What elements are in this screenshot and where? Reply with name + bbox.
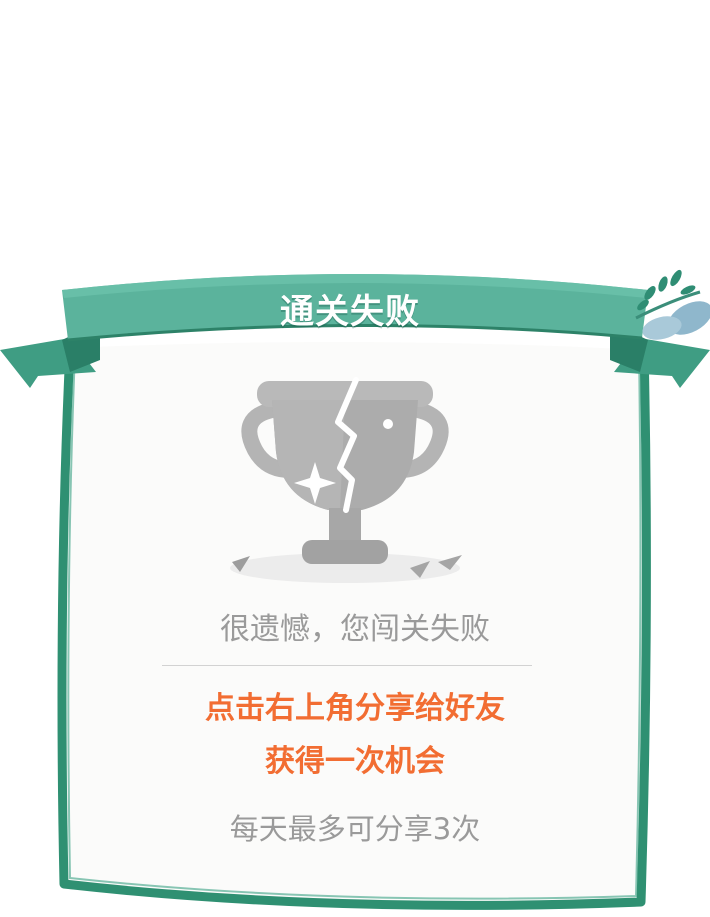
share-instruction-line1: 点击右上角分享给好友 — [205, 691, 505, 726]
fail-dialog: 通关失败 很遗憾，您闯关失败 点击右上角分享给好友 获得一次机会 每天最多可分享… — [0, 0, 710, 917]
dialog-title: 通关失败 — [280, 292, 420, 332]
share-limit-note: 每天最多可分享3次 — [229, 812, 481, 846]
fail-message: 很遗憾，您闯关失败 — [220, 612, 490, 647]
divider — [162, 665, 532, 666]
leaf-branch-icon — [635, 269, 710, 340]
share-instruction-line2: 获得一次机会 — [265, 744, 445, 779]
